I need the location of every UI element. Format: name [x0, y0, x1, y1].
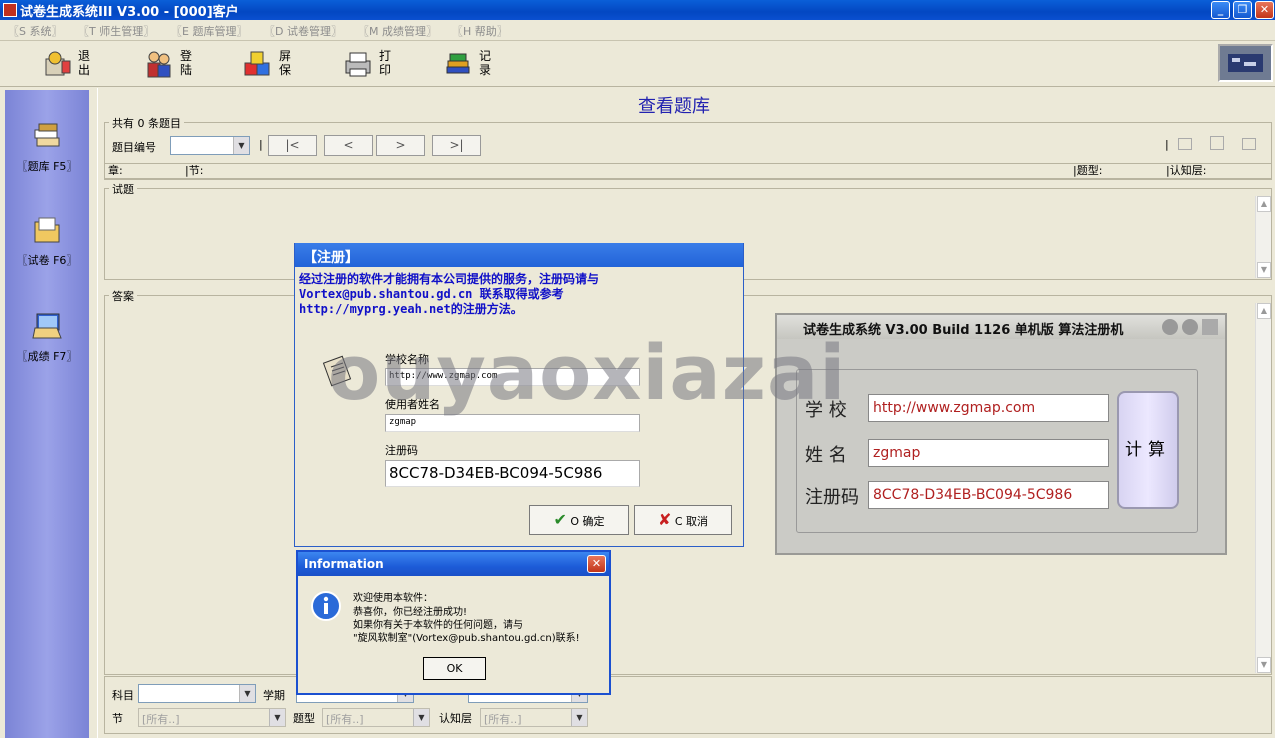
subject-select[interactable]: ▼: [138, 684, 256, 703]
screensaver-icon: [244, 51, 270, 76]
chevron-down-icon: ▼: [233, 137, 249, 154]
title-bar: 试卷生成系统III V3.00 - [000]客户 _ ❐ ✕: [0, 0, 1275, 20]
subject-label: 科目: [112, 689, 134, 702]
check-icon: ✔: [553, 510, 567, 529]
column-section: |节:: [185, 164, 204, 177]
scroll-up-icon[interactable]: ▲: [1257, 196, 1271, 212]
printer-icon: [345, 52, 371, 77]
information-dialog-title: Information: [298, 552, 609, 576]
question-count-label: 共有 0 条题目: [109, 115, 184, 131]
screensaver-button[interactable]: 屏保: [243, 47, 323, 81]
sidebar: 〖题库 F5〗 〖试卷 F6〗 〖成绩 F7〗: [5, 90, 89, 738]
logo-icon: [1228, 54, 1263, 72]
app-icon: [3, 3, 17, 17]
minimize-button[interactable]: _: [1211, 1, 1230, 19]
menu-grades[interactable]: 〖M 成绩管理〗: [358, 23, 437, 39]
chevron-down-icon: ▼: [269, 709, 285, 726]
grades-icon: [32, 313, 62, 339]
menu-bar: 〖S 系统〗 〖T 师生管理〗 〖E 题库管理〗 〖D 试卷管理〗 〖M 成绩管…: [0, 20, 1275, 41]
cancel-button[interactable]: ✘ C 取消: [634, 505, 732, 535]
scroll-down-icon[interactable]: ▼: [1257, 657, 1271, 673]
confirm-button[interactable]: ✔ O 确定: [529, 505, 629, 535]
keygen-school-input[interactable]: http://www.zgmap.com: [868, 394, 1109, 422]
keygen-name-input[interactable]: zgmap: [868, 439, 1109, 467]
restore-button[interactable]: ❐: [1233, 1, 1252, 19]
print-button[interactable]: 打印: [343, 47, 423, 81]
records-button[interactable]: 记录: [443, 47, 523, 81]
chevron-down-icon: ▼: [413, 709, 429, 726]
information-dialog: Information ✕ 欢迎使用本软件： 恭喜你，你已经注册成功! 如果你有…: [296, 550, 611, 695]
cognition-filter-select[interactable]: [所有..] ▼: [480, 708, 588, 727]
scroll-down-icon[interactable]: ▼: [1257, 262, 1271, 278]
column-chapter: 章:: [108, 164, 123, 177]
minimize-icon[interactable]: [1162, 319, 1178, 335]
next-record-button[interactable]: >: [376, 135, 425, 156]
question-id-label: 题目编号: [112, 141, 156, 154]
question-id-select[interactable]: ▼: [170, 136, 250, 155]
question-label: 试题: [109, 181, 137, 197]
settings-icon[interactable]: [1202, 319, 1218, 335]
ok-button[interactable]: OK: [423, 657, 486, 680]
info-icon: [311, 591, 341, 621]
register-code-label: 注册码: [385, 444, 418, 457]
type-filter-select[interactable]: [所有..] ▼: [322, 708, 430, 727]
menu-system[interactable]: 〖S 系统〗: [8, 23, 62, 39]
section-filter-select[interactable]: [所有..] ▼: [138, 708, 286, 727]
prev-record-button[interactable]: <: [324, 135, 373, 156]
last-record-button[interactable]: >|: [432, 135, 481, 156]
section-filter-label: 节: [112, 712, 123, 725]
exit-icon: [45, 51, 71, 76]
add-icon[interactable]: [1178, 138, 1192, 150]
separator: |: [1165, 138, 1169, 151]
records-icon: [446, 53, 470, 74]
keygen-code-label: 注册码: [805, 487, 859, 508]
keygen-code-output[interactable]: 8CC78-D34EB-BC094-5C986: [868, 481, 1109, 509]
menu-teacher-student[interactable]: 〖T 师生管理〗: [78, 23, 154, 39]
cognition-filter-label: 认知层: [439, 712, 472, 725]
watermark: ouyaoxiazai: [328, 328, 847, 417]
login-icon: [147, 51, 171, 78]
question-bank-icon: [34, 123, 60, 147]
menu-help[interactable]: 〖H 帮助〗: [452, 23, 508, 39]
separator: |: [259, 138, 263, 151]
window-title: 试卷生成系统III V3.00 - [000]客户: [20, 5, 239, 20]
close-icon[interactable]: ✕: [587, 555, 606, 573]
scroll-up-icon[interactable]: ▲: [1257, 303, 1271, 319]
close-icon[interactable]: [1182, 319, 1198, 335]
register-message-line3: http://myprg.yeah.net的注册方法。: [299, 302, 523, 316]
delete-icon[interactable]: [1242, 138, 1256, 150]
term-label: 学期: [263, 689, 285, 702]
keygen-name-label: 姓 名: [805, 445, 847, 466]
column-type: |题型:: [1073, 164, 1103, 177]
info-line4: "旋风软制室"(Vortex@pub.shantou.gd.cn)联系!: [353, 633, 580, 644]
menu-question-bank[interactable]: 〖E 题库管理〗: [171, 23, 247, 39]
x-icon: ✘: [657, 510, 672, 529]
logo-image: [1218, 44, 1273, 82]
exam-paper-icon: [34, 217, 60, 243]
chevron-down-icon: ▼: [239, 685, 255, 702]
chevron-down-icon: ▼: [571, 709, 587, 726]
edit-icon[interactable]: [1210, 136, 1224, 150]
login-button[interactable]: 登陆: [144, 47, 224, 81]
calculate-button[interactable]: 计算: [1117, 391, 1179, 509]
register-dialog-title: 【注册】: [295, 243, 743, 267]
exit-button[interactable]: 退出: [42, 47, 122, 81]
register-code-input[interactable]: 8CC78-D34EB-BC094-5C986: [385, 460, 640, 487]
first-record-button[interactable]: |<: [268, 135, 317, 156]
answer-scrollbar[interactable]: ▲ ▼: [1255, 303, 1271, 673]
question-scrollbar[interactable]: ▲ ▼: [1255, 196, 1271, 278]
close-button[interactable]: ✕: [1255, 1, 1274, 19]
sidebar-item-grades[interactable]: 〖成绩 F7〗: [5, 306, 89, 386]
toolbar: 退出 登陆 屏保 打印 记录: [0, 41, 1275, 87]
page-title: 查看题库: [638, 96, 710, 117]
menu-exam[interactable]: 〖D 试卷管理〗: [264, 23, 342, 39]
sidebar-item-exam[interactable]: 〖试卷 F6〗: [5, 210, 89, 290]
sidebar-item-question-bank[interactable]: 〖题库 F5〗: [5, 116, 89, 196]
info-line1: 欢迎使用本软件：: [353, 593, 433, 604]
answer-label: 答案: [109, 288, 137, 304]
column-cognition: |认知层:: [1166, 164, 1207, 177]
type-filter-label: 题型: [293, 712, 315, 725]
